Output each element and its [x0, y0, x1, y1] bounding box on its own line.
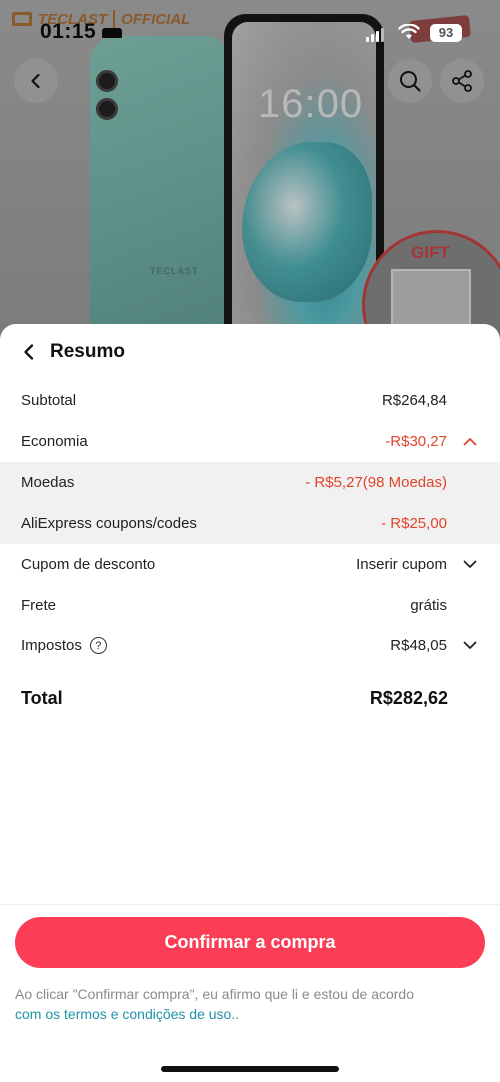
battery-icon: 93	[430, 24, 462, 42]
impostos-row[interactable]: Impostos ? R$48,05	[0, 625, 500, 666]
impostos-label-group: Impostos ?	[21, 637, 390, 654]
phone-screen: 16:00	[232, 22, 376, 346]
total-row: Total R$282,62	[0, 680, 500, 716]
search-button[interactable]	[388, 59, 432, 103]
moedas-label: Moedas	[21, 474, 75, 491]
total-value: R$282,62	[369, 687, 448, 708]
footer-divider	[0, 904, 500, 905]
back-button[interactable]	[14, 59, 58, 103]
impostos-value: R$48,05	[390, 637, 447, 654]
economia-row[interactable]: Economia -R$30,27	[0, 421, 500, 462]
coupons-value: - R$25,00	[381, 515, 447, 532]
impostos-label: Impostos	[21, 637, 82, 654]
coupons-row: AliExpress coupons/codes - R$25,00	[0, 503, 500, 544]
sheet-title: Resumo	[50, 341, 125, 362]
home-indicator[interactable]	[161, 1066, 339, 1072]
status-bar: 01:15 93	[0, 0, 500, 56]
legal-notice: Ao clicar "Confirmar compra", eu afirmo …	[15, 984, 485, 1024]
chevron-up-icon[interactable]	[461, 437, 479, 446]
search-icon	[400, 71, 421, 92]
economia-value: -R$30,27	[385, 433, 447, 450]
cupom-row[interactable]: Cupom de desconto Inserir cupom	[0, 544, 500, 585]
moedas-row: Moedas - R$5,27(98 Moedas)	[0, 462, 500, 503]
subtotal-value: R$264,84	[381, 392, 447, 409]
gift-box-image	[391, 269, 471, 329]
sheet-back-arrow-icon[interactable]	[20, 343, 38, 361]
status-time: 01:15	[40, 20, 97, 43]
coupons-label: AliExpress coupons/codes	[21, 515, 197, 532]
gift-label: GIFT	[411, 243, 450, 262]
phone-brand-text: TECLAST	[150, 266, 199, 276]
sleep-mode-icon	[102, 28, 122, 38]
chevron-down-icon[interactable]	[461, 641, 479, 650]
sheet-header: Resumo	[20, 340, 125, 364]
cupom-label: Cupom de desconto	[21, 556, 156, 573]
back-arrow-icon	[31, 73, 40, 89]
frete-row: Frete grátis	[0, 585, 500, 626]
product-phone-front-image: 16:00	[224, 14, 384, 354]
frete-label: Frete	[21, 597, 57, 614]
share-icon	[452, 70, 472, 92]
legal-text: Ao clicar "Confirmar compra", eu afirmo …	[15, 986, 415, 1002]
cupom-value[interactable]: Inserir cupom	[356, 556, 447, 573]
terms-link[interactable]: com os termos e condições de uso..	[15, 1006, 239, 1022]
product-phone-back-image: TECLAST	[90, 36, 230, 346]
camera-lens-icon	[96, 98, 118, 120]
economia-label: Economia	[21, 433, 88, 450]
signal-icon	[366, 28, 384, 42]
order-summary-sheet: Resumo Subtotal R$264,84 Economia -R$30,…	[0, 324, 500, 1082]
total-label: Total	[21, 687, 63, 708]
camera-lens-icon	[96, 70, 118, 92]
moedas-value: - R$5,27(98 Moedas)	[305, 474, 447, 491]
share-button[interactable]	[440, 59, 484, 103]
frete-value: grátis	[410, 597, 447, 614]
confirm-purchase-button[interactable]: Confirmar a compra	[15, 917, 485, 968]
phone-clock-text: 16:00	[258, 82, 364, 126]
chevron-down-icon[interactable]	[461, 560, 479, 569]
wallpaper-shape	[242, 142, 372, 302]
wifi-icon	[398, 24, 420, 39]
subtotal-row: Subtotal R$264,84	[0, 380, 500, 421]
help-icon[interactable]: ?	[89, 637, 107, 654]
subtotal-label: Subtotal	[21, 392, 77, 409]
